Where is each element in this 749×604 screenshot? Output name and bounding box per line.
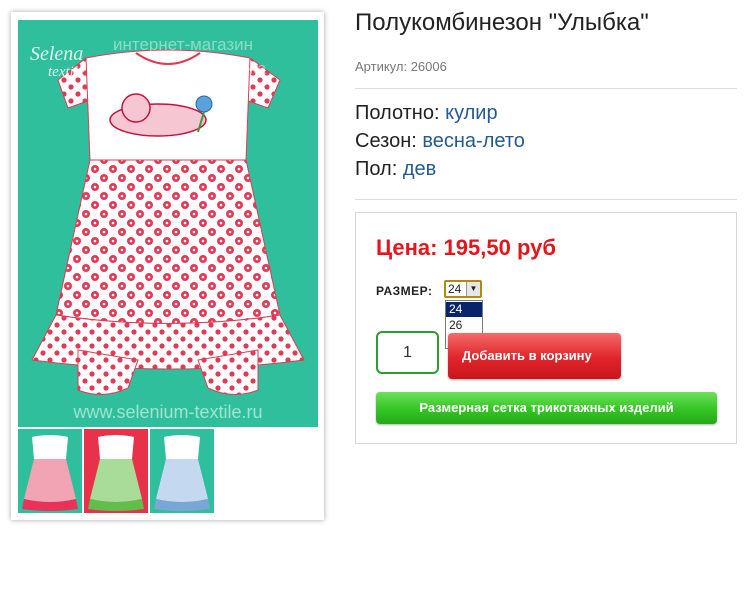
- attribute-season: Сезон: весна-лето: [355, 130, 525, 153]
- logo-textile: textile: [48, 64, 85, 80]
- divider: [355, 88, 737, 89]
- attribute-value-link[interactable]: кулир: [445, 102, 498, 124]
- size-option[interactable]: 26: [446, 318, 482, 333]
- purchase-box: Цена: 195,50 руб РАЗМЕР: 24 ▼ 24 26 28 1…: [355, 212, 737, 444]
- product-price: Цена: 195,50 руб: [376, 235, 556, 260]
- quantity-input[interactable]: 1: [376, 331, 439, 374]
- size-chart-button[interactable]: Размерная сетка трикотажных изделий: [376, 392, 717, 424]
- attribute-value-link[interactable]: дев: [403, 158, 436, 180]
- logo-selena: Selena: [30, 43, 83, 65]
- watermark-line2: детского трикотажа: [113, 59, 267, 78]
- thumbnail-green[interactable]: [84, 429, 148, 513]
- watermark-line1: интернет-магазин: [113, 35, 253, 54]
- attribute-value-link[interactable]: весна-лето: [422, 130, 525, 152]
- attribute-fabric: Полотно: кулир: [355, 102, 498, 125]
- size-option[interactable]: 24: [446, 302, 482, 317]
- thumbnail-pink[interactable]: [18, 429, 82, 513]
- product-main-image[interactable]: Selena textile интернет-магазин детского…: [18, 20, 318, 427]
- product-title: Полукомбинезон "Улыбка": [355, 9, 649, 36]
- attribute-label: Полотно:: [355, 102, 440, 124]
- attribute-label: Пол:: [355, 158, 398, 180]
- divider: [355, 199, 737, 200]
- product-gallery: Selena textile интернет-магазин детского…: [11, 12, 324, 520]
- chevron-down-icon[interactable]: ▼: [466, 282, 480, 296]
- site-url-watermark: www.selenium-textile.ru: [72, 402, 262, 422]
- size-label: РАЗМЕР:: [376, 284, 433, 298]
- attribute-label: Сезон:: [355, 130, 417, 152]
- size-select[interactable]: 24 ▼: [444, 280, 482, 298]
- attribute-gender: Пол: дев: [355, 158, 436, 181]
- product-sku: Артикул: 26006: [355, 59, 447, 74]
- size-selected-value: 24: [448, 282, 462, 296]
- thumbnail-blue[interactable]: [150, 429, 214, 513]
- add-to-cart-button[interactable]: Добавить в корзину: [448, 333, 621, 379]
